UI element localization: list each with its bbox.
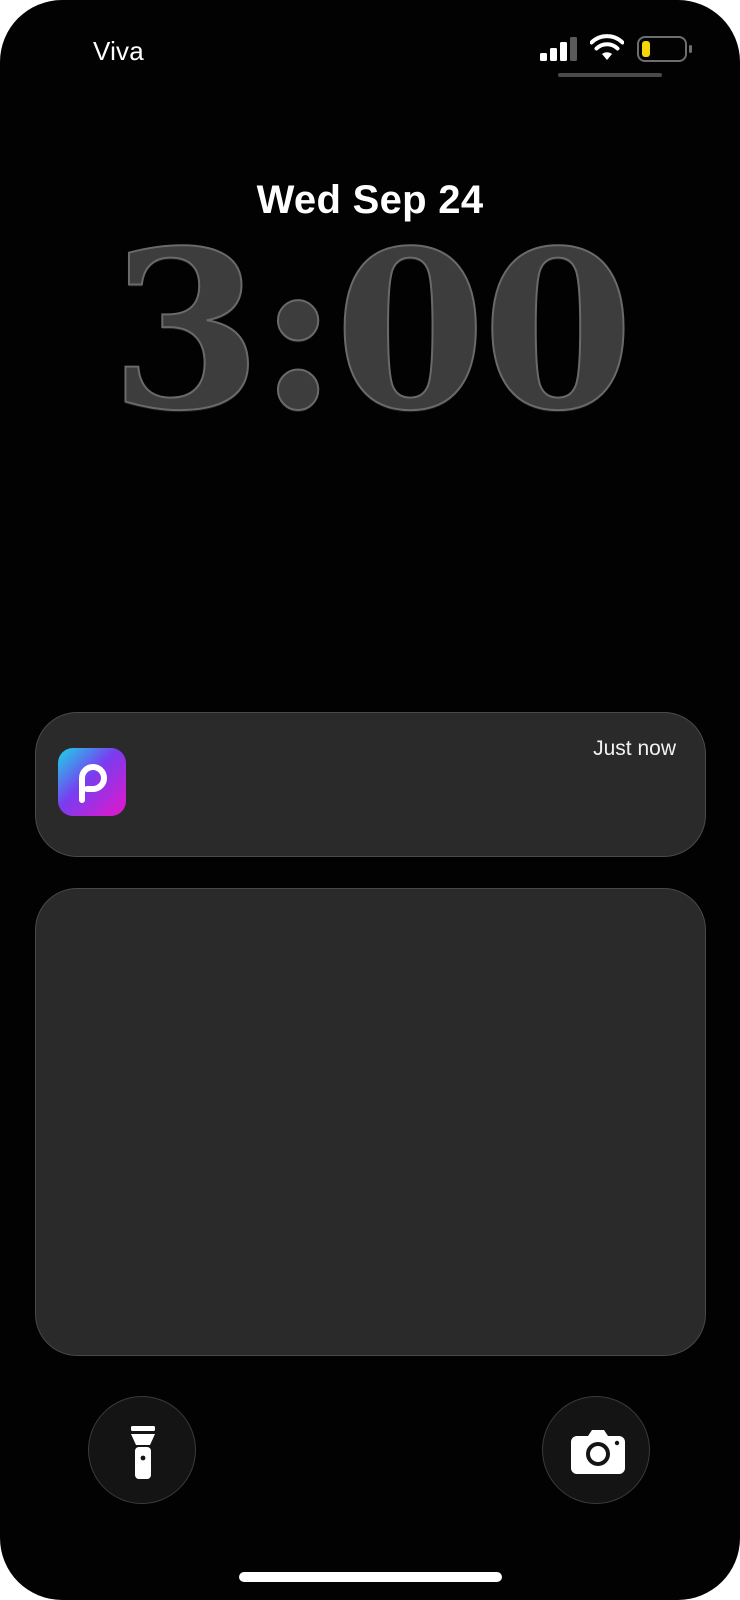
cellular-signal-icon xyxy=(540,37,577,61)
flashlight-icon xyxy=(131,1426,155,1479)
widget-card[interactable] xyxy=(35,888,706,1356)
carrier-name: Viva xyxy=(93,36,144,66)
lock-screen-clock: 3:00 xyxy=(109,203,635,459)
wifi-icon xyxy=(590,34,624,60)
lock-screen: Viva Wed Sep 24 3:00 Just now xyxy=(0,0,740,1600)
picsart-app-icon xyxy=(58,748,126,816)
status-indicator-line xyxy=(558,73,662,77)
camera-button[interactable] xyxy=(542,1396,650,1504)
notification-time: Just now xyxy=(593,737,676,760)
home-indicator[interactable] xyxy=(239,1572,502,1582)
battery-icon xyxy=(637,36,692,62)
camera-icon xyxy=(571,1430,625,1474)
notification-card[interactable]: Just now xyxy=(35,712,706,857)
flashlight-button[interactable] xyxy=(88,1396,196,1504)
